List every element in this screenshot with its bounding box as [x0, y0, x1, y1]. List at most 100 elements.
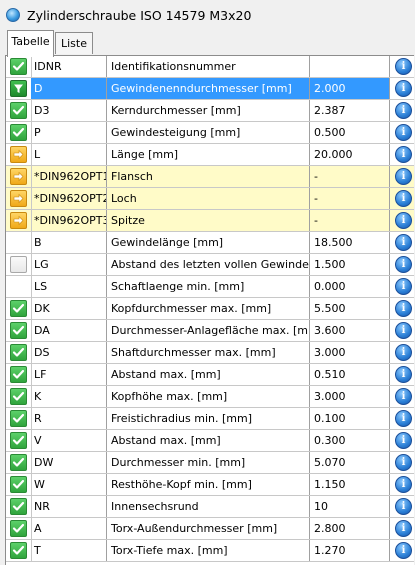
state-cell[interactable]	[6, 100, 32, 121]
state-cell[interactable]	[6, 144, 32, 165]
param-value[interactable]: -	[310, 166, 390, 187]
table-row[interactable]: D Gewindenenndurchmesser [mm] 2.000 i	[6, 78, 414, 100]
table-row[interactable]: *DIN962OPT2 Loch - i	[6, 188, 414, 210]
check-icon[interactable]	[10, 322, 27, 339]
state-cell[interactable]	[6, 386, 32, 407]
param-value[interactable]: 1.150	[310, 474, 390, 495]
state-cell[interactable]	[6, 232, 32, 253]
arrow-right-icon[interactable]	[10, 146, 27, 163]
param-value[interactable]: 3.000	[310, 386, 390, 407]
table-row[interactable]: R Freistichradius min. [mm] 0.100 i	[6, 408, 414, 430]
table-row[interactable]: K Kopfhöhe max. [mm] 3.000 i	[6, 386, 414, 408]
table-row[interactable]: T Torx-Tiefe max. [mm] 1.270 i	[6, 540, 414, 562]
state-cell[interactable]	[6, 342, 32, 363]
state-cell[interactable]	[6, 320, 32, 341]
check-icon[interactable]	[10, 476, 27, 493]
info-icon[interactable]: i	[395, 388, 412, 405]
state-cell[interactable]	[6, 166, 32, 187]
state-cell[interactable]	[6, 276, 32, 297]
arrow-right-icon[interactable]	[10, 212, 27, 229]
param-value[interactable]: 2.387	[310, 100, 390, 121]
info-icon[interactable]: i	[395, 520, 412, 537]
table-row[interactable]: A Torx-Außendurchmesser [mm] 2.800 i	[6, 518, 414, 540]
info-icon[interactable]: i	[395, 454, 412, 471]
check-icon[interactable]	[10, 300, 27, 317]
param-value[interactable]: 3.600	[310, 320, 390, 341]
state-cell[interactable]	[6, 188, 32, 209]
check-icon[interactable]	[10, 102, 27, 119]
param-value[interactable]: 0.300	[310, 430, 390, 451]
arrow-right-icon[interactable]	[10, 168, 27, 185]
state-cell[interactable]	[6, 210, 32, 231]
check-icon[interactable]	[10, 520, 27, 537]
check-icon[interactable]	[10, 58, 27, 75]
info-icon[interactable]: i	[395, 190, 412, 207]
param-value[interactable]: 1.500	[310, 254, 390, 275]
info-icon[interactable]: i	[395, 322, 412, 339]
check-icon[interactable]	[10, 454, 27, 471]
param-value[interactable]: 18.500	[310, 232, 390, 253]
empty-state-icon[interactable]	[10, 256, 27, 273]
table-row[interactable]: *DIN962OPT3 Spitze - i	[6, 210, 414, 232]
state-cell[interactable]	[6, 518, 32, 539]
info-icon[interactable]: i	[395, 476, 412, 493]
table-row[interactable]: B Gewindelänge [mm] 18.500 i	[6, 232, 414, 254]
info-icon[interactable]: i	[395, 432, 412, 449]
param-value[interactable]: 5.500	[310, 298, 390, 319]
info-icon[interactable]: i	[395, 234, 412, 251]
param-value[interactable]: 2.800	[310, 518, 390, 539]
table-row[interactable]: DS Shaftdurchmesser max. [mm] 3.000 i	[6, 342, 414, 364]
table-row[interactable]: V Abstand max. [mm] 0.300 i	[6, 430, 414, 452]
param-value[interactable]	[310, 56, 390, 77]
filter-icon[interactable]	[10, 80, 27, 97]
param-value[interactable]: 5.070	[310, 452, 390, 473]
info-icon[interactable]: i	[395, 58, 412, 75]
info-icon[interactable]: i	[395, 278, 412, 295]
info-icon[interactable]: i	[395, 256, 412, 273]
tab-tabelle[interactable]: Tabelle	[7, 30, 54, 57]
table-row[interactable]: LS Schaftlaenge min. [mm] 0.000 i	[6, 276, 414, 298]
table-row[interactable]: L Länge [mm] 20.000 i	[6, 144, 414, 166]
param-value[interactable]: -	[310, 188, 390, 209]
param-value[interactable]: 0.000	[310, 276, 390, 297]
table-row[interactable]: P Gewindesteigung [mm] 0.500 i	[6, 122, 414, 144]
table-row[interactable]: DW Durchmesser min. [mm] 5.070 i	[6, 452, 414, 474]
state-cell[interactable]	[6, 452, 32, 473]
table-row[interactable]: DK Kopfdurchmesser max. [mm] 5.500 i	[6, 298, 414, 320]
param-value[interactable]: -	[310, 210, 390, 231]
check-icon[interactable]	[10, 498, 27, 515]
param-value[interactable]: 20.000	[310, 144, 390, 165]
check-icon[interactable]	[10, 366, 27, 383]
state-cell[interactable]	[6, 496, 32, 517]
state-cell[interactable]	[6, 408, 32, 429]
info-icon[interactable]: i	[395, 102, 412, 119]
state-cell[interactable]	[6, 298, 32, 319]
info-icon[interactable]: i	[395, 212, 412, 229]
check-icon[interactable]	[10, 410, 27, 427]
param-value[interactable]: 1.270	[310, 540, 390, 561]
check-icon[interactable]	[10, 388, 27, 405]
state-cell[interactable]	[6, 254, 32, 275]
info-icon[interactable]: i	[395, 366, 412, 383]
table-row[interactable]: LF Abstand max. [mm] 0.510 i	[6, 364, 414, 386]
check-icon[interactable]	[10, 542, 27, 559]
state-cell[interactable]	[6, 56, 32, 77]
info-icon[interactable]: i	[395, 300, 412, 317]
state-cell[interactable]	[6, 430, 32, 451]
state-cell[interactable]	[6, 122, 32, 143]
table-row[interactable]: IDNR Identifikationsnummer i	[6, 56, 414, 78]
check-icon[interactable]	[10, 124, 27, 141]
state-cell[interactable]	[6, 474, 32, 495]
check-icon[interactable]	[10, 344, 27, 361]
state-cell[interactable]	[6, 364, 32, 385]
state-cell[interactable]	[6, 540, 32, 561]
table-row[interactable]: D3 Kerndurchmesser [mm] 2.387 i	[6, 100, 414, 122]
param-value[interactable]: 0.100	[310, 408, 390, 429]
info-icon[interactable]: i	[395, 124, 412, 141]
table-row[interactable]: W Resthöhe-Kopf min. [mm] 1.150 i	[6, 474, 414, 496]
param-value[interactable]: 0.500	[310, 122, 390, 143]
table-row[interactable]: *DIN962OPT1 Flansch - i	[6, 166, 414, 188]
table-row[interactable]: DA Durchmesser-Anlagefläche max. [mm] 3.60…	[6, 320, 414, 342]
param-value[interactable]: 2.000	[310, 78, 390, 99]
info-icon[interactable]: i	[395, 168, 412, 185]
